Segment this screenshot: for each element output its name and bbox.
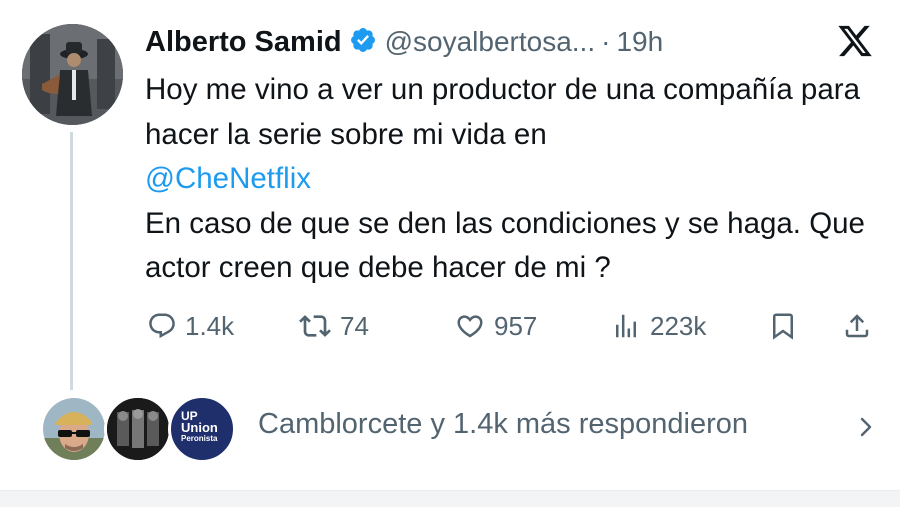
tweet-header: Alberto Samid @soyalbertosa... · 19h — [145, 22, 663, 62]
logo-line-3: Peronista — [181, 434, 218, 443]
chevron-right-icon[interactable] — [856, 414, 876, 440]
tweet-time[interactable]: 19h — [616, 26, 663, 58]
mention-link[interactable]: @CheNetflix — [145, 162, 311, 195]
repost-count: 74 — [340, 310, 369, 341]
share-button[interactable] — [842, 306, 872, 346]
tweet-text-paragraph-2: En caso de que se den las condiciones y … — [145, 206, 865, 285]
tweet-text-line-1: Hoy me vino a ver un productor de una co… — [145, 73, 860, 151]
bookmark-button[interactable] — [768, 306, 798, 346]
x-logo-icon[interactable] — [836, 24, 874, 58]
union-peronista-logo: UP Union Peronista — [181, 410, 218, 444]
replies-summary-text[interactable]: Camblorcete y 1.4k más respondieron — [258, 408, 748, 441]
views-button[interactable]: 223k — [610, 306, 706, 346]
reply-icon — [147, 311, 177, 341]
author-avatar[interactable] — [22, 24, 123, 125]
heart-icon — [454, 311, 486, 341]
views-count: 223k — [650, 310, 707, 341]
separator-dot: · — [601, 26, 611, 57]
tweet-text-paragraph-1: Hoy me vino a ver un productor de una co… — [145, 68, 865, 202]
reply-avatar-1[interactable] — [40, 395, 108, 463]
reply-avatar-3[interactable]: UP Union Peronista — [168, 395, 236, 463]
author-name[interactable]: Alberto Samid — [145, 26, 342, 59]
views-icon — [610, 311, 642, 341]
bottom-divider — [0, 490, 900, 507]
reply-avatar-2[interactable] — [104, 395, 172, 463]
share-icon — [842, 310, 872, 342]
reply-count: 1.4k — [185, 310, 235, 341]
thread-line — [70, 132, 73, 390]
tweet-text: Hoy me vino a ver un productor de una co… — [145, 68, 865, 291]
bookmark-icon — [768, 310, 798, 342]
repost-button[interactable]: 74 — [298, 306, 369, 346]
like-button[interactable]: 957 — [454, 306, 537, 346]
like-count: 957 — [494, 310, 538, 341]
logo-line-2: Union — [181, 420, 218, 435]
repost-icon — [298, 310, 332, 342]
verified-badge-icon — [342, 26, 385, 59]
author-handle[interactable]: @soyalbertosa... — [385, 26, 596, 58]
reply-button[interactable]: 1.4k — [147, 306, 234, 346]
